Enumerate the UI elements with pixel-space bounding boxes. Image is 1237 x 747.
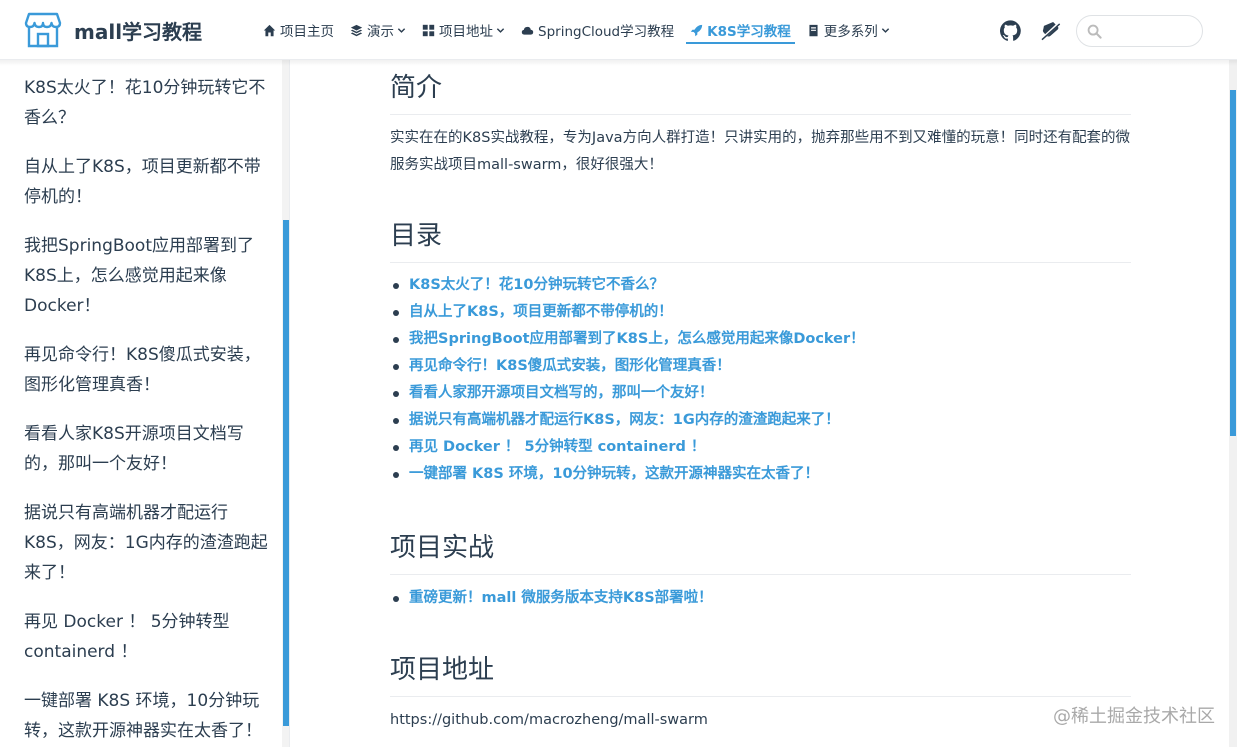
nav-item-home[interactable]: 项目主页	[263, 0, 334, 60]
list-item: 再见 Docker ！ 5分钟转型 containerd ！	[390, 434, 1131, 461]
toc-link-5[interactable]: 看看人家那开源项目文档写的，那叫一个友好！	[409, 385, 714, 401]
toc-link-2[interactable]: 自从上了K8S，项目更新都不带停机的！	[409, 304, 673, 320]
nav-item-label: K8S学习教程	[707, 24, 791, 40]
search-icon	[1087, 24, 1102, 39]
sidebar-scrollbar-thumb[interactable]	[283, 220, 289, 726]
toc-heading: 目录	[390, 216, 1131, 263]
sidebar-item-2[interactable]: 自从上了K8S，项目更新都不带停机的！	[24, 152, 274, 212]
top-navbar: mall学习教程 项目主页 演示 项目地址 SpringCloud学习教程 K8…	[0, 0, 1237, 66]
toc-link-7[interactable]: 再见 Docker ！ 5分钟转型 containerd ！	[409, 439, 705, 455]
rocket-icon	[690, 24, 703, 36]
sidebar-item-5[interactable]: 看看人家K8S开源项目文档写的，那叫一个友好！	[24, 419, 274, 479]
repo-url: https://github.com/macrozheng/mall-swarm	[390, 712, 708, 728]
github-icon[interactable]	[1000, 20, 1021, 41]
toc-link-1[interactable]: K8S太火了！花10分钟玩转它不香么？	[409, 277, 664, 293]
nav-item-more[interactable]: 更多系列	[807, 0, 890, 60]
search-input[interactable]	[1109, 21, 1197, 41]
sidebar-item-7[interactable]: 再见 Docker ！ 5分钟转型 containerd ！	[24, 607, 274, 667]
list-item: 我把SpringBoot应用部署到了K8S上，怎么感觉用起来像Docker！	[390, 326, 1131, 353]
list-item: 重磅更新！mall 微服务版本支持K8S部署啦！	[390, 585, 1131, 612]
sidebar-item-4[interactable]: 再见命令行！K8S傻瓜式安装，图形化管理真香！	[24, 340, 274, 400]
address-heading: 项目地址	[390, 650, 1131, 697]
grid-icon	[422, 24, 435, 36]
sidebar-item-3[interactable]: 我把SpringBoot应用部署到了K8S上，怎么感觉用起来像Docker！	[24, 231, 274, 321]
nav-item-label: SpringCloud学习教程	[538, 24, 675, 40]
home-icon	[263, 24, 276, 36]
nav-item-demo[interactable]: 演示	[350, 0, 406, 60]
chevron-down-icon	[397, 27, 406, 33]
toc-link-4[interactable]: 再见命令行！K8S傻瓜式安装，图形化管理真香！	[409, 358, 731, 374]
sidebar-item-1[interactable]: K8S太火了！花10分钟玩转它不香么？	[24, 73, 274, 133]
toc-link-3[interactable]: 我把SpringBoot应用部署到了K8S上，怎么感觉用起来像Docker！	[409, 331, 865, 347]
list-item: 自从上了K8S，项目更新都不带停机的！	[390, 299, 1131, 326]
chevron-down-icon	[496, 27, 505, 33]
theme-toggle-icon[interactable]	[1040, 20, 1061, 41]
nav-item-springcloud[interactable]: SpringCloud学习教程	[521, 0, 674, 60]
sidebar-list: K8S太火了！花10分钟玩转它不香么？ 自从上了K8S，项目更新都不带停机的！ …	[24, 73, 274, 747]
cloud-icon	[521, 26, 534, 35]
practice-heading: 项目实战	[390, 528, 1131, 575]
intro-heading: 简介	[390, 68, 1131, 115]
list-item: 再见命令行！K8S傻瓜式安装，图形化管理真香！	[390, 353, 1131, 380]
chevron-down-icon	[881, 27, 889, 33]
layers-icon	[350, 24, 363, 36]
nav-links: 项目主页 演示 项目地址 SpringCloud学习教程 K8S学习教程 更多系…	[263, 0, 906, 60]
nav-item-label: 更多系列	[823, 24, 878, 40]
sidebar-item-6[interactable]: 据说只有高端机器才配运行K8S，网友：1G内存的渣渣跑起来了！	[24, 498, 274, 588]
search-box[interactable]	[1076, 15, 1203, 47]
nav-item-label: 项目主页	[280, 24, 334, 40]
list-item: 一键部署 K8S 环境，10分钟玩转，这款开源神器实在太香了！	[390, 461, 1131, 488]
store-icon	[24, 12, 62, 48]
nav-item-label: 项目地址	[439, 24, 493, 40]
intro-text: 实实在在的K8S实战教程，专为Java方向人群打造！只讲实用的，抛弃那些用不到又…	[390, 130, 1131, 173]
nav-item-address[interactable]: 项目地址	[422, 0, 505, 60]
watermark: @稀土掘金技术社区	[1053, 706, 1215, 727]
sidebar: K8S太火了！花10分钟玩转它不香么？ 自从上了K8S，项目更新都不带停机的！ …	[0, 60, 290, 747]
sidebar-item-8[interactable]: 一键部署 K8S 环境，10分钟玩转，这款开源神器实在太香了！	[24, 686, 274, 746]
brand-title: mall学习教程	[74, 19, 203, 44]
toc-link-6[interactable]: 据说只有高端机器才配运行K8S，网友：1G内存的渣渣跑起来了！	[409, 412, 840, 428]
list-item: 看看人家那开源项目文档写的，那叫一个友好！	[390, 380, 1131, 407]
toc-link-8[interactable]: 一键部署 K8S 环境，10分钟玩转，这款开源神器实在太香了！	[409, 466, 819, 482]
practice-list: 重磅更新！mall 微服务版本支持K8S部署啦！	[390, 585, 1131, 612]
list-item: 据说只有高端机器才配运行K8S，网友：1G内存的渣渣跑起来了！	[390, 407, 1131, 434]
nav-item-label: 演示	[367, 24, 394, 40]
page-scrollbar-thumb[interactable]	[1230, 90, 1236, 436]
book-icon	[809, 24, 818, 36]
practice-link-1[interactable]: 重磅更新！mall 微服务版本支持K8S部署啦！	[409, 590, 713, 606]
brand[interactable]: mall学习教程	[24, 11, 202, 49]
list-item: K8S太火了！花10分钟玩转它不香么？	[390, 272, 1131, 299]
toc-list: K8S太火了！花10分钟玩转它不香么？ 自从上了K8S，项目更新都不带停机的！ …	[390, 272, 1131, 488]
nav-item-k8s[interactable]: K8S学习教程	[686, 0, 795, 60]
